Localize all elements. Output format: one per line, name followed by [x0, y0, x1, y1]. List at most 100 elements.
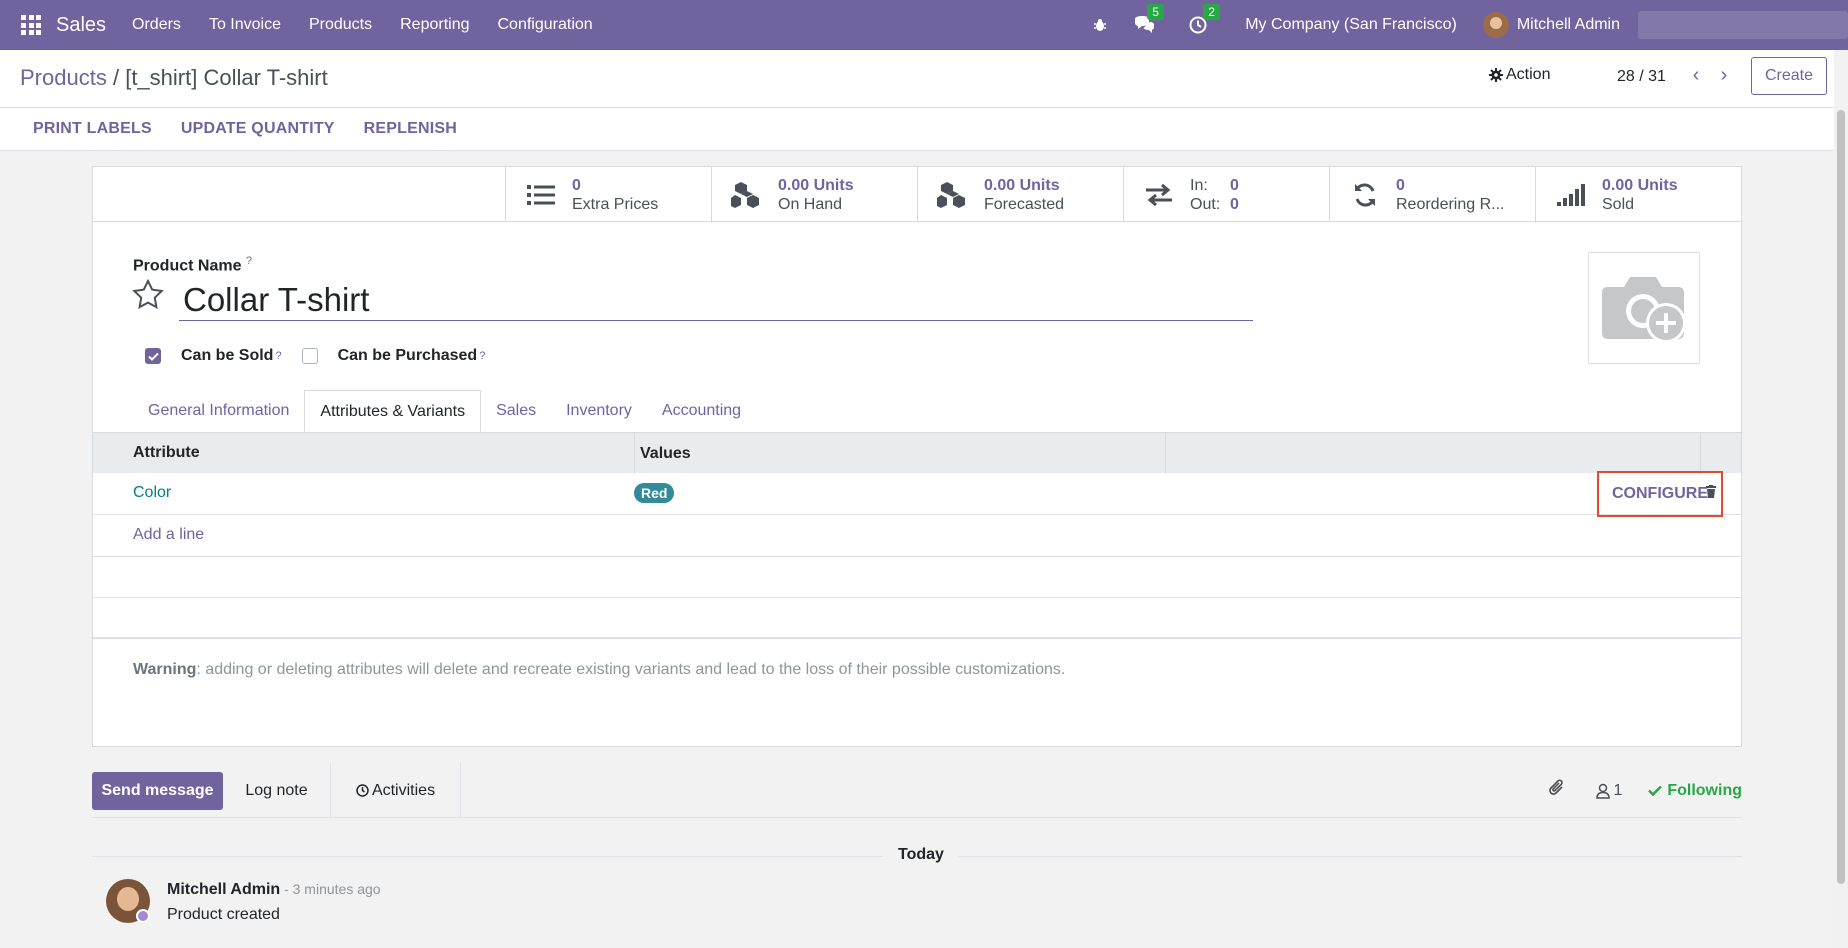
- forecasted-value: 0.00 Units: [984, 176, 1060, 194]
- product-name-input[interactable]: Collar T-shirt: [179, 279, 1253, 321]
- product-checkboxes: Can be Sold? Can be Purchased?: [145, 347, 485, 365]
- tab-accounting[interactable]: Accounting: [647, 390, 756, 432]
- message-author-name[interactable]: Mitchell Admin: [167, 881, 280, 898]
- log-note-button[interactable]: Log note: [223, 763, 331, 818]
- configure-button[interactable]: CONFIGURE: [1597, 471, 1723, 517]
- user-icon: [1596, 783, 1611, 799]
- following-label: Following: [1667, 781, 1742, 799]
- followers-count: 1: [1613, 781, 1623, 799]
- control-panel: Products / [t_shirt] Collar T-shirt Acti…: [0, 50, 1834, 108]
- table-row[interactable]: Color Red CONFIGURE: [93, 471, 1741, 517]
- paperclip-icon[interactable]: [1548, 778, 1566, 803]
- forecasted-smart-button[interactable]: 0.00 Units Forecasted: [917, 167, 1123, 222]
- reordering-label: Reordering R...: [1396, 195, 1505, 213]
- product-image-upload[interactable]: [1588, 252, 1700, 364]
- menu-products[interactable]: Products: [309, 16, 372, 34]
- debug-icon[interactable]: [1093, 18, 1107, 32]
- help-tooltip-icon[interactable]: ?: [246, 255, 252, 267]
- help-tooltip-icon[interactable]: ?: [275, 350, 281, 362]
- column-attribute[interactable]: Attribute: [133, 444, 200, 462]
- breadcrumb-separator: /: [112, 65, 120, 90]
- message-body: Product created: [167, 906, 280, 923]
- on-hand-label: On Hand: [778, 195, 843, 213]
- camera-plus-icon: [1602, 277, 1686, 343]
- print-labels-button[interactable]: PRINT LABELS: [33, 120, 152, 138]
- menu-configuration[interactable]: Configuration: [498, 16, 593, 34]
- column-values[interactable]: Values: [634, 432, 691, 474]
- gear-icon: [1489, 68, 1503, 82]
- user-menu[interactable]: Mitchell Admin: [1482, 12, 1620, 38]
- forecasted-label: Forecasted: [984, 195, 1065, 213]
- pager-next-icon[interactable]: ›: [1710, 64, 1738, 87]
- sold-label: Sold: [1602, 195, 1635, 213]
- sold-smart-button[interactable]: 0.00 Units Sold: [1535, 167, 1741, 222]
- extra-prices-smart-button[interactable]: 0 Extra Prices: [505, 167, 711, 222]
- add-line-row: Add a line: [93, 515, 1741, 557]
- tab-general-information[interactable]: General Information: [133, 390, 304, 432]
- refresh-icon: [1340, 182, 1390, 208]
- out-value: 0: [1230, 195, 1239, 213]
- tab-sales[interactable]: Sales: [481, 390, 551, 432]
- cubes-icon: [928, 181, 978, 209]
- pager-previous-icon[interactable]: ‹: [1682, 64, 1710, 87]
- column-divider: [1700, 432, 1701, 474]
- empty-row: [93, 557, 1741, 598]
- attributes-table: Attribute Values Color Red CONFIGURE Add…: [93, 432, 1741, 639]
- breadcrumb: Products / [t_shirt] Collar T-shirt: [20, 65, 328, 91]
- help-tooltip-icon[interactable]: ?: [479, 350, 485, 362]
- out-label: Out:: [1190, 195, 1221, 213]
- app-brand[interactable]: Sales: [56, 14, 106, 37]
- in-label: In:: [1190, 176, 1208, 194]
- pager-value[interactable]: 28 / 31: [1617, 68, 1666, 86]
- create-button[interactable]: Create: [1751, 57, 1827, 95]
- check-icon: [1648, 785, 1663, 796]
- tab-attributes-variants[interactable]: Attributes & Variants: [304, 390, 482, 432]
- product-name-label-text: Product Name: [133, 257, 242, 275]
- followers-button[interactable]: 1: [1596, 782, 1622, 800]
- menu-to-invoice[interactable]: To Invoice: [209, 16, 281, 34]
- extra-prices-value: 0: [572, 176, 581, 194]
- warning-label: Warning: [133, 661, 197, 678]
- form-tabs: General Information Attributes & Variant…: [133, 390, 756, 432]
- following-button[interactable]: Following: [1648, 782, 1742, 800]
- can-be-sold-checkbox[interactable]: [145, 348, 161, 364]
- on-hand-value: 0.00 Units: [778, 176, 854, 194]
- form-statusbar: PRINT LABELS UPDATE QUANTITY REPLENISH: [0, 108, 1834, 151]
- menu-reporting[interactable]: Reporting: [400, 16, 469, 34]
- check-icon: [147, 352, 159, 361]
- breadcrumb-products[interactable]: Products: [20, 65, 107, 90]
- top-navbar: Sales Orders To Invoice Products Reporti…: [0, 0, 1848, 50]
- reordering-smart-button[interactable]: 0 Reordering R...: [1329, 167, 1535, 222]
- on-hand-smart-button[interactable]: 0.00 Units On Hand: [711, 167, 917, 222]
- activities-icon[interactable]: 2: [1189, 4, 1220, 34]
- attribute-cell[interactable]: Color: [133, 484, 171, 502]
- table-header: Attribute Values: [93, 432, 1741, 474]
- clock-icon: [356, 784, 369, 797]
- company-switcher[interactable]: My Company (San Francisco): [1245, 16, 1457, 34]
- menu-orders[interactable]: Orders: [132, 16, 181, 34]
- column-divider: [1165, 432, 1166, 474]
- scroll-thumb[interactable]: [1837, 110, 1845, 884]
- page-scrollbar[interactable]: [1834, 108, 1848, 948]
- messages-icon[interactable]: 5: [1133, 4, 1164, 34]
- favorite-star-icon[interactable]: [132, 278, 164, 314]
- activities-button[interactable]: Activities: [331, 763, 461, 818]
- apps-menu-icon[interactable]: [21, 15, 41, 35]
- action-button[interactable]: Action: [1489, 66, 1550, 84]
- empty-row: [93, 598, 1741, 639]
- can-be-purchased-label: Can be Purchased: [337, 347, 478, 364]
- trash-icon[interactable]: [1706, 485, 1716, 503]
- tab-inventory[interactable]: Inventory: [551, 390, 647, 432]
- replenish-button[interactable]: REPLENISH: [364, 120, 457, 138]
- cubes-icon: [722, 181, 772, 209]
- messages-badge: 5: [1147, 4, 1164, 20]
- send-message-button[interactable]: Send message: [92, 772, 223, 810]
- variants-warning: Warning: adding or deleting attributes w…: [133, 661, 1065, 679]
- update-quantity-button[interactable]: UPDATE QUANTITY: [181, 120, 335, 138]
- chatter-topbar: Send message Log note Activities 1 Follo…: [92, 763, 1742, 818]
- can-be-purchased-checkbox[interactable]: [301, 348, 318, 364]
- add-a-line-link[interactable]: Add a line: [133, 526, 204, 544]
- in-out-smart-button[interactable]: In: 0 Out: 0: [1123, 167, 1329, 222]
- date-separator-label: Today: [883, 846, 959, 864]
- message-author: Mitchell Admin - 3 minutes ago: [167, 881, 381, 899]
